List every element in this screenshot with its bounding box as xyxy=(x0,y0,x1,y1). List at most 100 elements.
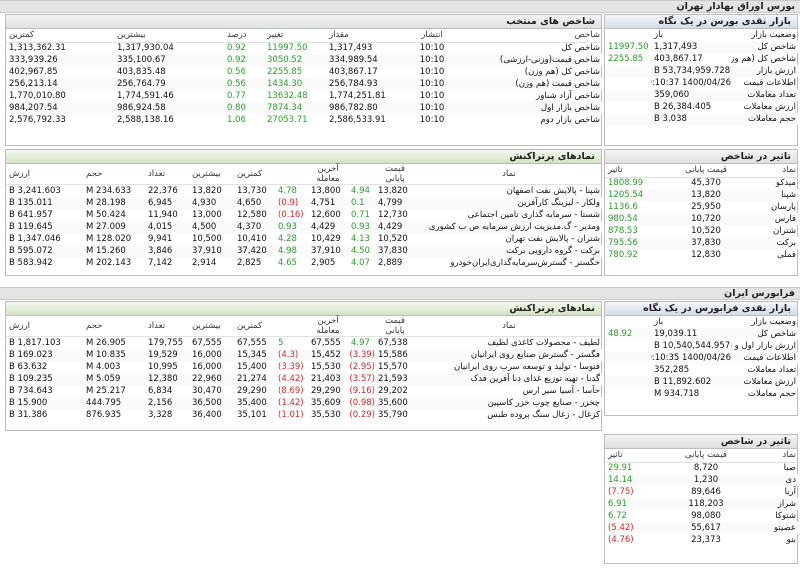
index-row[interactable]: شاخص کل 10:10 1,317,493 11997.50 0.92 1,317,9… xyxy=(6,42,603,54)
column-header: آخرین معامله xyxy=(308,164,348,185)
symbol-name-cell[interactable]: گدنا - تهیه توزیع غذای دنا آفرین فدک xyxy=(415,372,603,385)
last-trade-cell: 35,530 xyxy=(311,409,341,420)
symbol-row[interactable]: برکت - گروه دارویی برکت 37,830 4.50 37,910 4… xyxy=(6,244,603,257)
symbol-row[interactable]: شتران - پالایش نفت تهران 10,520 4.13 10,429… xyxy=(6,233,603,245)
impact-symbol-cell[interactable]: بنو xyxy=(741,534,799,546)
last-percent-cell: (0.16) xyxy=(278,209,304,220)
symbol-name-cell[interactable]: کزغال - زغال سنگ پروده طبس xyxy=(415,409,603,421)
index-row[interactable]: شاخص قیمت(وزنی-ارزشی) 10:10 334,989.54 3050… xyxy=(6,54,603,66)
index-row[interactable]: شاخص بازار اول 10:10 986,782.80 7874.34 0.80… xyxy=(6,102,603,114)
symbol-name-cell[interactable]: فنوسا - تولید و توسعه سرب روی ایرانیان xyxy=(415,361,603,373)
symbol-name-cell[interactable]: شپنا - پالایش نفت اصفهان xyxy=(415,185,603,197)
symbol-name-cell[interactable]: فگستر - گسترش صنایع روی ایرانیان xyxy=(415,348,603,361)
index-value-cell: 334,989.54 xyxy=(326,54,411,66)
symbol-row[interactable]: چخزر - صنایع چوب خزر کاسپین 35,600 (0.98) 3… xyxy=(6,396,603,409)
impact-row[interactable]: برکت 37,830 795.56 xyxy=(605,237,799,249)
overview-row: وضعیت بازار باز xyxy=(605,29,799,41)
impact-row[interactable]: میدکو 45,370 1808.99 xyxy=(605,177,799,189)
symbol-name-cell[interactable]: برکت - گروه دارویی برکت xyxy=(415,244,603,257)
column-header: مقدار xyxy=(326,29,411,43)
value-cell: 734.643 B xyxy=(9,385,53,396)
symbol-row[interactable]: خگستر - گسترش‌سرمایه‌گذاری‌ایران‌خودرو 2,… xyxy=(6,257,603,269)
impact-row[interactable]: شپنا 13,820 1205.54 xyxy=(605,189,799,201)
symbol-name-cell[interactable]: لطیف - محصولات کاغذی لطیف xyxy=(415,337,603,349)
column-header: شاخص xyxy=(453,29,603,43)
symbol-row[interactable]: گدنا - تهیه توزیع غذای دنا آفرین فدک 21,5… xyxy=(6,372,603,385)
index-row[interactable]: شاخص کل (هم وزن) 10:10 403,867.17 2255.85 0.… xyxy=(6,66,603,78)
count-cell: 4,015 xyxy=(145,220,189,233)
close-price-cell: 4,799 xyxy=(375,196,415,209)
symbol-name-cell[interactable]: ولکار - لیزینگ کارآفرین xyxy=(415,196,603,209)
impact-symbol-cell[interactable]: برکت xyxy=(741,237,799,249)
symbol-row[interactable]: ولکار - لیزینگ کارآفرین 4,799 0.1 4,751 (0.9… xyxy=(6,196,603,209)
impact-row[interactable]: شتران 10,520 878.53 xyxy=(605,225,799,237)
close-price-cell: 10,520 xyxy=(378,233,408,244)
column-header: تاثیر xyxy=(605,449,671,463)
index-pct-cell: 0.77 xyxy=(227,91,246,101)
symbol-name-cell[interactable]: شتران - پالایش نفت تهران xyxy=(415,233,603,245)
impact-row[interactable]: فارس 10,720 980.54 xyxy=(605,213,799,225)
tse-section-title: بورس اوراق بهادار تهران xyxy=(676,1,795,12)
close-price-cell: 4,429 xyxy=(375,220,415,233)
impact-symbol-cell[interactable]: شراز xyxy=(741,498,799,510)
overview-row: اطلاعات قیمت1400/04/26 10:10:35 xyxy=(605,352,799,364)
impact-row[interactable]: دی 1,230 14.14 xyxy=(605,474,799,486)
symbol-row[interactable]: حآسا - آسیا سیر ارس 29,202 (9.16) 29,290 (8.… xyxy=(6,385,603,397)
overview-value: 352,285 xyxy=(654,365,690,375)
column-header: حجم xyxy=(83,164,145,185)
symbol-row[interactable]: شستا - سرمایه گذاری تامین اجتماعی 12,730 0… xyxy=(6,209,603,221)
index-row[interactable]: شاخص بازار دوم 10:10 2,586,533.91 27053.71 1… xyxy=(6,114,603,126)
impact-symbol-cell[interactable]: شپنا xyxy=(741,189,799,201)
impact-row[interactable]: پارسان 25,950 1136.6 xyxy=(605,201,799,213)
symbol-row[interactable]: شپنا - پالایش نفت اصفهان 13,820 4.94 13,800… xyxy=(6,185,603,197)
close-price-cell: 67,538 xyxy=(378,337,408,348)
last-percent-cell: 0.93 xyxy=(275,220,308,233)
volume-cell: 50.424 M xyxy=(86,209,126,220)
impact-symbol-cell[interactable]: آریا xyxy=(741,486,799,498)
index-row[interactable]: شاخص آزاد شناور 10:10 1,774,251.81 13632.48… xyxy=(6,90,603,102)
count-cell: 11,940 xyxy=(148,209,178,220)
column-header: کمترین xyxy=(234,164,275,185)
impact-symbol-cell[interactable]: فارس xyxy=(741,213,799,225)
symbol-row[interactable]: کزغال - زغال سنگ پروده طبس 35,790 (0.29) 35… xyxy=(6,409,603,421)
impact-row[interactable]: شتوکا 98,080 6.72 xyxy=(605,510,799,522)
impact-row[interactable]: عصیتو 55,617 (5.42) xyxy=(605,522,799,534)
impact-symbol-cell[interactable]: شتران xyxy=(741,225,799,237)
index-row[interactable]: شاخص قیمت (هم وزن) 10:10 256,784.93 1434.30… xyxy=(6,78,603,90)
last-percent-cell: 4.98 xyxy=(275,244,308,257)
overview-value: 11,892.602 B xyxy=(651,376,731,388)
low-cell: 15,400 xyxy=(237,361,267,372)
symbol-name-cell[interactable]: حآسا - آسیا سیر ارس xyxy=(415,385,603,397)
index-high-cell: 1,774,591.46 xyxy=(117,91,174,101)
volume-cell: 234.633 M xyxy=(86,185,132,196)
index-low-cell: 333,939.26 xyxy=(6,54,114,66)
overview-row: تعداد معاملات 359,060 xyxy=(605,89,799,101)
overview-label: وضعیت بازار xyxy=(751,317,796,327)
symbol-row[interactable]: فنوسا - تولید و توسعه سرب روی ایرانیان 15… xyxy=(6,361,603,373)
impact-symbol-cell[interactable]: شتوکا xyxy=(741,510,799,522)
impact-symbol-cell[interactable]: میدکو xyxy=(741,177,799,189)
symbol-row[interactable]: فگستر - گسترش صنایع روی ایرانیان 15,586 (3… xyxy=(6,348,603,361)
symbol-name-cell[interactable]: چخزر - صنایع چوب خزر کاسپین xyxy=(415,396,603,409)
low-cell: 21,274 xyxy=(234,372,275,385)
impact-symbol-cell[interactable]: صبا xyxy=(741,462,799,474)
impact-symbol-cell[interactable]: پارسان xyxy=(741,201,799,213)
symbol-name-cell[interactable]: شستا - سرمایه گذاری تامین اجتماعی xyxy=(415,209,603,221)
overview-label: حجم معاملات xyxy=(731,113,799,125)
symbol-name-cell[interactable]: ومدیر - گ.مدیریت ارزش سرمایه ص ب کشوری xyxy=(415,220,603,233)
impact-symbol-cell[interactable]: عصیتو xyxy=(741,522,799,534)
impact-row[interactable]: فملی 12,830 780.92 xyxy=(605,249,799,261)
index-name-cell: شاخص آزاد شناور xyxy=(536,91,600,101)
index-name-cell: شاخص کل xyxy=(561,43,600,54)
impact-symbol-cell[interactable]: دی xyxy=(741,474,799,486)
last-trade-cell: 2,905 xyxy=(311,257,336,268)
symbol-row[interactable]: لطیف - محصولات کاغذی لطیف 67,538 4.97 67,55… xyxy=(6,337,603,349)
impact-symbol-cell[interactable]: فملی xyxy=(741,249,799,261)
symbol-name-cell[interactable]: خگستر - گسترش‌سرمایه‌گذاری‌ایران‌خودرو xyxy=(415,257,603,269)
overview-change xyxy=(605,316,651,328)
impact-row[interactable]: آریا 89,646 (7.75) xyxy=(605,486,799,498)
impact-row[interactable]: بنو 23,373 (4.76) xyxy=(605,534,799,546)
symbol-row[interactable]: ومدیر - گ.مدیریت ارزش سرمایه ص ب کشوری 4,… xyxy=(6,220,603,233)
impact-row[interactable]: صبا 8,720 29.91 xyxy=(605,462,799,474)
impact-row[interactable]: شراز 118,203 6.91 xyxy=(605,498,799,510)
